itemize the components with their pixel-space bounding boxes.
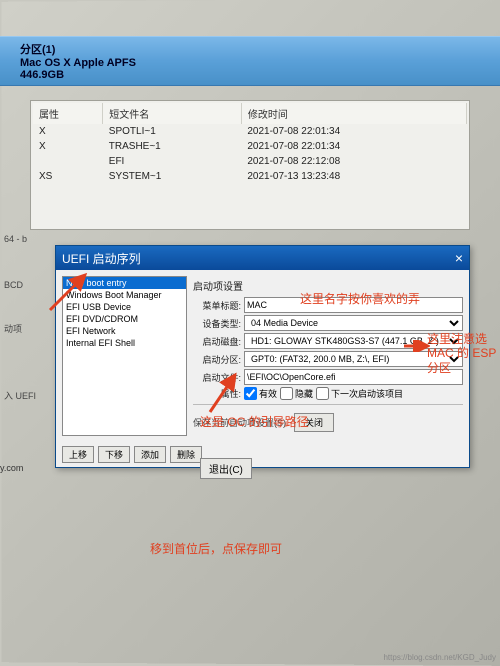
dialog-titlebar[interactable]: UEFI 启动序列 × xyxy=(56,246,469,270)
move-up-button[interactable]: 上移 xyxy=(62,446,94,463)
boot-part-label: 启动分区: xyxy=(193,353,241,366)
close-icon[interactable]: × xyxy=(455,250,463,266)
list-item[interactable]: Windows Boot Manager xyxy=(63,289,186,301)
list-item[interactable]: EFI USB Device xyxy=(63,301,186,313)
dialog-title: UEFI 启动序列 xyxy=(62,250,141,267)
boot-file-label: 启动文件: xyxy=(193,371,241,384)
partition-size: 446.9GB xyxy=(20,69,480,81)
boot-disk-select[interactable]: HD1: GLOWAY STK480GS3-S7 (447.1 GB, Z:) xyxy=(244,333,463,349)
device-type-select[interactable]: 04 Media Device xyxy=(244,315,463,331)
attrs-label: 属性: xyxy=(193,387,241,400)
table-row[interactable]: EFI2021-07-08 22:12:08 xyxy=(33,154,467,169)
table-row[interactable]: XTRASHE~12021-07-08 22:01:34 xyxy=(33,139,467,154)
partition-title: 分区(1) xyxy=(20,41,480,57)
close-button[interactable]: 关闭 xyxy=(294,413,334,432)
partition-fs: Mac OS X Apple APFS xyxy=(20,57,480,69)
delete-button[interactable]: 删除 xyxy=(170,446,202,463)
move-down-button[interactable]: 下移 xyxy=(98,446,130,463)
menu-title-input[interactable] xyxy=(244,297,463,313)
device-type-label: 设备类型: xyxy=(193,317,241,330)
col-attr[interactable]: 属性 xyxy=(33,103,103,124)
col-shortname[interactable]: 短文件名 xyxy=(103,103,242,124)
file-table: 属性 短文件名 修改时间 XSPOTLI~12021-07-08 22:01:3… xyxy=(33,103,467,184)
boot-entry-list[interactable]: New boot entry Windows Boot Manager EFI … xyxy=(62,276,187,436)
hidden-checkbox[interactable] xyxy=(280,387,293,400)
table-row[interactable]: XSSYSTEM~12021-07-13 13:23:48 xyxy=(33,169,467,184)
table-row[interactable]: XSPOTLI~12021-07-08 22:01:34 xyxy=(33,124,467,139)
group-title: 启动项设置 xyxy=(193,276,463,295)
list-item[interactable]: EFI Network xyxy=(63,325,186,337)
list-item[interactable]: New boot entry xyxy=(63,277,186,289)
menu-title-label: 菜单标题: xyxy=(193,299,241,312)
background-toolbar: 64 - b BCD 动项 入 UEFI xyxy=(0,232,50,404)
watermark: https://blog.csdn.net/KGD_Judy xyxy=(383,653,496,662)
save-note: 保存当前自动项设置(S) xyxy=(193,416,286,429)
list-item[interactable]: EFI DVD/CDROM xyxy=(63,313,186,325)
boot-file-input[interactable] xyxy=(244,369,463,385)
add-button[interactable]: 添加 xyxy=(134,446,166,463)
file-list-panel: 属性 短文件名 修改时间 XSPOTLI~12021-07-08 22:01:3… xyxy=(30,100,470,230)
boot-disk-label: 启动磁盘: xyxy=(193,335,241,348)
list-item[interactable]: Internal EFI Shell xyxy=(63,337,186,349)
exit-button[interactable]: 退出(C) xyxy=(200,458,252,479)
next-once-checkbox[interactable] xyxy=(316,387,329,400)
valid-checkbox[interactable] xyxy=(244,387,257,400)
background-text: y.com xyxy=(0,463,23,473)
list-buttons: 上移 下移 添加 删除 xyxy=(56,442,469,467)
boot-partition-select[interactable]: GPT0: (FAT32, 200.0 MB, Z:\, EFI) xyxy=(244,351,463,367)
partition-header: 分区(1) Mac OS X Apple APFS 446.9GB xyxy=(0,36,500,86)
uefi-boot-dialog: UEFI 启动序列 × New boot entry Windows Boot … xyxy=(55,245,470,468)
col-modtime[interactable]: 修改时间 xyxy=(241,103,466,124)
